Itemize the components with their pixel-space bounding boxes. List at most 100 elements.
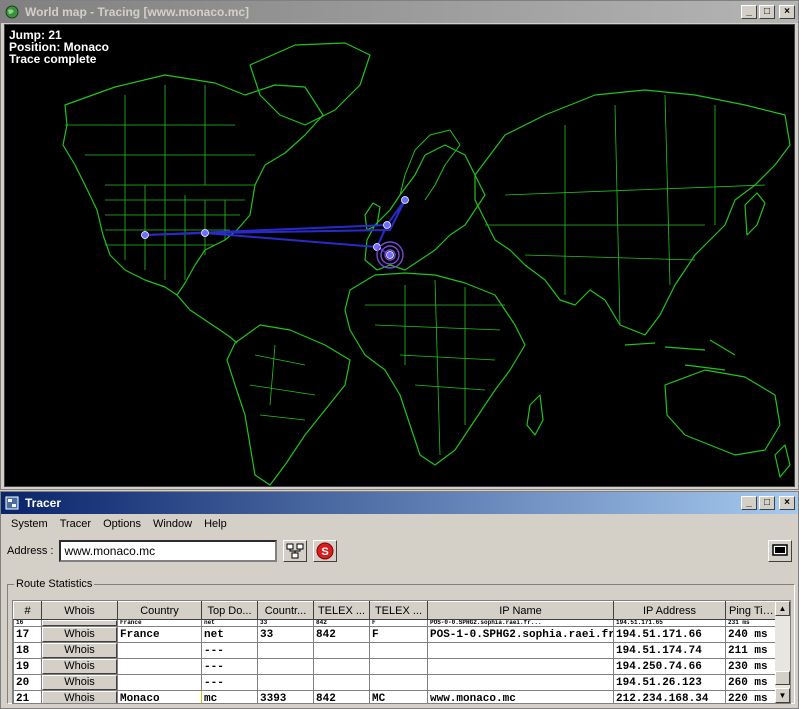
cell-country-code: 33 — [257, 619, 314, 627]
table-row[interactable]: 17 Whois France net 33 842 F POS-1-0.SPHG2.soph… — [13, 626, 778, 643]
col-header-country-code[interactable]: Countr... — [257, 601, 314, 620]
col-header-whois[interactable]: Whois — [41, 601, 118, 620]
africa-outline — [344, 272, 526, 466]
cell-telex-1 — [313, 658, 370, 675]
stop-button[interactable]: S — [313, 540, 338, 562]
cell-country-code: 33 — [257, 626, 314, 643]
close-button[interactable]: × — [779, 5, 795, 19]
cell-telex-1: 842 — [313, 626, 370, 643]
maximize-button[interactable]: □ — [759, 5, 775, 19]
map-window: World map - Tracing [www.monaco.mc] _ □ … — [0, 0, 799, 490]
cell-telex-1: 842 — [313, 690, 370, 703]
japan-outline — [744, 192, 766, 236]
cell-ip-address: 194.51.171.66 — [613, 626, 726, 643]
col-header-country[interactable]: Country — [117, 601, 202, 620]
cell-top-domain: --- — [201, 642, 258, 659]
map-view-button[interactable] — [768, 540, 792, 562]
whois-button[interactable]: Whois — [42, 691, 117, 703]
whois-button[interactable] — [42, 620, 117, 626]
cell-telex-1: 842 — [313, 619, 370, 627]
route-line — [204, 232, 378, 248]
canada-lines — [65, 85, 255, 185]
route-table-container: # Whois Country Top Do... Countr... TELE… — [12, 600, 791, 704]
table-row[interactable]: 18 Whois --- 194.51.174.74 211 ms — [13, 642, 778, 659]
table-row[interactable]: 19 Whois --- 194.250.74.66 230 ms — [13, 658, 778, 675]
table-header-row: # Whois Country Top Do... Countr... TELE… — [13, 601, 778, 620]
scandinavia-outline — [399, 129, 461, 201]
cell-country — [117, 642, 202, 659]
cell-ip-name: www.monaco.mc — [427, 690, 614, 703]
cell-ping: 220 ms — [725, 690, 778, 703]
cell-top-domain: net — [201, 626, 258, 643]
cell-ip-address: 194.250.74.66 — [613, 658, 726, 675]
maximize-button[interactable]: □ — [759, 496, 775, 510]
cell-top-domain: --- — [201, 674, 258, 691]
table-row-partial: 16 France net 33 842 F POS-0-0.SPHG2.sop… — [13, 619, 778, 627]
network-trace-icon — [286, 543, 304, 559]
route-table-body: 16 France net 33 842 F POS-0-0.SPHG2.sop… — [13, 619, 778, 703]
cell-country-code: 3393 — [257, 690, 314, 703]
cell-telex-2: F — [369, 619, 428, 627]
scroll-thumb[interactable] — [775, 671, 790, 685]
world-map[interactable]: Jump: 21 Position: Monaco Trace complete — [4, 24, 795, 487]
cell-country — [117, 674, 202, 691]
cell-telex-2 — [369, 642, 428, 659]
table-row[interactable]: 20 Whois --- 194.51.26.123 260 ms — [13, 674, 778, 691]
col-header-top-domain[interactable]: Top Do... — [201, 601, 258, 620]
scroll-down-button[interactable]: ▼ — [775, 688, 790, 703]
cell-telex-2: MC — [369, 690, 428, 703]
indonesia-outline — [624, 339, 736, 371]
tracer-window-titlebar[interactable]: Tracer _ □ × — [1, 492, 798, 514]
cell-ip-address: 212.234.168.34 — [613, 690, 726, 703]
cell-whois: Whois — [41, 674, 118, 691]
whois-button[interactable]: Whois — [42, 643, 117, 658]
col-header-telex-2[interactable]: TELEX ... — [369, 601, 428, 620]
col-header-ip-address[interactable]: IP Address — [613, 601, 726, 620]
south-america-borders — [249, 344, 316, 421]
asia-outline — [474, 89, 791, 336]
cell-top-domain: net — [201, 619, 258, 627]
stop-icon: S — [316, 542, 334, 560]
scroll-up-button[interactable]: ▲ — [775, 601, 790, 616]
minimize-button[interactable]: _ — [741, 496, 757, 510]
menu-help[interactable]: Help — [198, 518, 233, 530]
cell-ip-address: 194.51.26.123 — [613, 674, 726, 691]
map-window-titlebar[interactable]: World map - Tracing [www.monaco.mc] _ □ … — [1, 1, 798, 23]
cell-ip-name — [427, 642, 614, 659]
trace-status: Trace complete — [9, 52, 97, 66]
cell-num: 17 — [13, 626, 42, 643]
central-america-outline — [176, 294, 238, 344]
cell-telex-1 — [313, 674, 370, 691]
col-header-num[interactable]: # — [13, 601, 42, 620]
whois-button[interactable]: Whois — [42, 675, 117, 690]
col-header-ping-time[interactable]: Ping Time — [725, 601, 778, 620]
australia-outline — [664, 369, 781, 456]
trace-button[interactable] — [283, 540, 308, 562]
cell-country-code — [257, 658, 314, 675]
madagascar-outline — [526, 394, 544, 436]
minimize-button[interactable]: _ — [741, 5, 757, 19]
menu-system[interactable]: System — [5, 518, 54, 530]
tracer-window: Tracer _ □ × System Tracer Options Windo… — [0, 491, 799, 709]
network-icon — [4, 495, 20, 511]
hop-node — [383, 221, 391, 229]
cell-ping: 240 ms — [725, 626, 778, 643]
whois-button[interactable]: Whois — [42, 627, 117, 642]
whois-button[interactable]: Whois — [42, 659, 117, 674]
menu-tracer[interactable]: Tracer — [54, 518, 97, 530]
cell-num: 19 — [13, 658, 42, 675]
table-row[interactable]: 21 Whois Monaco mc 3393 842 MC www.monaco.mc 212… — [13, 690, 778, 703]
col-header-telex-1[interactable]: TELEX ... — [313, 601, 370, 620]
close-button[interactable]: × — [779, 496, 795, 510]
vertical-scrollbar[interactable]: ▲ ▼ — [775, 601, 790, 703]
cell-whois: Whois — [41, 658, 118, 675]
asia-borders — [485, 94, 766, 326]
address-input[interactable] — [59, 540, 278, 562]
cell-ip-name — [427, 674, 614, 691]
cell-country: France — [117, 619, 202, 627]
col-header-ip-name[interactable]: IP Name — [427, 601, 614, 620]
cell-num: 16 — [13, 619, 42, 627]
cell-whois — [41, 619, 118, 627]
menu-options[interactable]: Options — [97, 518, 147, 530]
menu-window[interactable]: Window — [147, 518, 198, 530]
